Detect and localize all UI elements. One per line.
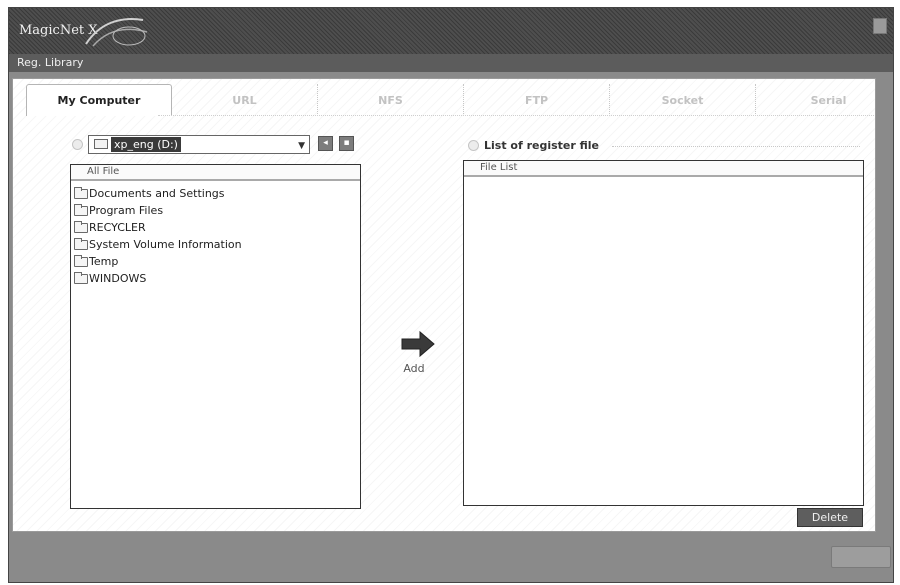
- tab-bar: My Computer URL NFS FTP Socket Serial: [12, 84, 874, 116]
- list-item-label: Temp: [89, 255, 119, 268]
- right-arrow-icon[interactable]: [400, 330, 436, 358]
- list-item[interactable]: Documents and Settings: [74, 185, 225, 202]
- tab-my-computer[interactable]: My Computer: [26, 84, 172, 116]
- tab-url[interactable]: URL: [172, 84, 318, 116]
- up-folder-button[interactable]: ◂: [318, 136, 333, 151]
- file-list[interactable]: File List: [463, 160, 864, 506]
- list-header-file-list-label: File List: [480, 162, 518, 173]
- add-label[interactable]: Add: [397, 362, 431, 375]
- list-item-label: Program Files: [89, 204, 164, 217]
- register-file-radio[interactable]: [468, 140, 479, 151]
- all-file-list[interactable]: All File Documents and Settings Program …: [70, 164, 361, 509]
- list-item[interactable]: RECYCLER: [74, 219, 146, 236]
- list-header-all-file-label: All File: [87, 166, 120, 177]
- tab-divider: [158, 115, 874, 117]
- folder-icon: [74, 271, 88, 284]
- tab-serial[interactable]: Serial: [756, 84, 900, 116]
- list-item[interactable]: Temp: [74, 253, 118, 270]
- folder-icon: [74, 254, 88, 267]
- list-item-label: RECYCLER: [89, 221, 146, 234]
- list-header-file-list: File List: [464, 161, 863, 177]
- tab-socket[interactable]: Socket: [610, 84, 756, 116]
- close-icon[interactable]: [873, 18, 887, 34]
- tab-nfs[interactable]: NFS: [318, 84, 464, 116]
- list-item[interactable]: System Volume Information: [74, 236, 242, 253]
- my-computer-radio[interactable]: [72, 139, 83, 150]
- chevron-down-icon: ▼: [298, 141, 305, 151]
- logo-swoosh-icon: [85, 18, 148, 47]
- drive-select[interactable]: xp_eng (D:) ▼: [88, 135, 310, 154]
- menu-item-reg-library[interactable]: Reg. Library: [17, 56, 83, 69]
- menu-bar: Reg. Library: [9, 54, 893, 72]
- tab-ftp[interactable]: FTP: [464, 84, 610, 116]
- list-item-label: WINDOWS: [89, 272, 147, 285]
- delete-button[interactable]: Delete: [797, 508, 863, 527]
- register-file-title: List of register file: [484, 139, 600, 152]
- folder-icon: [74, 237, 88, 250]
- drive-selected-value: xp_eng (D:): [111, 137, 181, 152]
- list-item-label: System Volume Information: [89, 238, 242, 251]
- title-bar: MagicNet X: [9, 8, 893, 54]
- bottom-action-button[interactable]: [831, 546, 891, 568]
- title-divider: [612, 146, 860, 147]
- folder-icon: [74, 220, 88, 233]
- folder-icon: [74, 186, 88, 199]
- refresh-button[interactable]: ▪: [339, 136, 354, 151]
- list-header-all-file: All File: [71, 165, 360, 181]
- folder-icon: [74, 203, 88, 216]
- list-item[interactable]: Program Files: [74, 202, 163, 219]
- drive-icon: [94, 139, 108, 149]
- list-item[interactable]: WINDOWS: [74, 270, 146, 287]
- list-item-label: Documents and Settings: [89, 187, 225, 200]
